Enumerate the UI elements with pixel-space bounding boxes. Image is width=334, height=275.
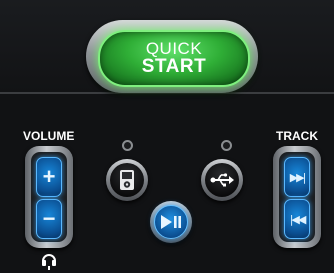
usb-button-bezel xyxy=(201,159,243,201)
next-track-icon: ▶▶| xyxy=(289,170,307,184)
control-panel: QUICK START VOLUME + − TRACK ▶▶| |◀◀ xyxy=(0,0,334,273)
track-label: TRACK xyxy=(276,129,318,143)
track-rocker: ▶▶| |◀◀ xyxy=(273,146,321,248)
previous-track-button[interactable]: |◀◀ xyxy=(284,199,310,239)
ipod-status-led xyxy=(122,140,133,151)
play-pause-button[interactable] xyxy=(154,205,188,239)
headphones-icon xyxy=(40,250,58,270)
next-track-button[interactable]: ▶▶| xyxy=(284,157,310,197)
volume-label: VOLUME xyxy=(23,129,75,143)
ipod-button[interactable] xyxy=(110,163,144,197)
usb-status-led xyxy=(221,140,232,151)
quick-start-bezel: QUICK START xyxy=(86,20,258,93)
play-pause-icon xyxy=(161,215,181,229)
volume-down-button[interactable]: − xyxy=(36,199,62,239)
previous-track-icon: |◀◀ xyxy=(289,212,307,226)
usb-icon xyxy=(210,173,234,187)
quick-start-button[interactable]: QUICK START xyxy=(98,30,250,87)
ipod-icon xyxy=(120,170,134,190)
quick-start-label-line1: QUICK xyxy=(145,39,203,58)
play-pause-bezel xyxy=(150,201,192,243)
plus-icon: + xyxy=(42,164,56,189)
ipod-button-bezel xyxy=(106,159,148,201)
quick-start-label-line2: START xyxy=(141,56,207,77)
minus-icon: − xyxy=(42,206,56,231)
volume-up-button[interactable]: + xyxy=(36,157,62,197)
volume-rocker: + − xyxy=(25,146,73,248)
usb-button[interactable] xyxy=(205,163,239,197)
